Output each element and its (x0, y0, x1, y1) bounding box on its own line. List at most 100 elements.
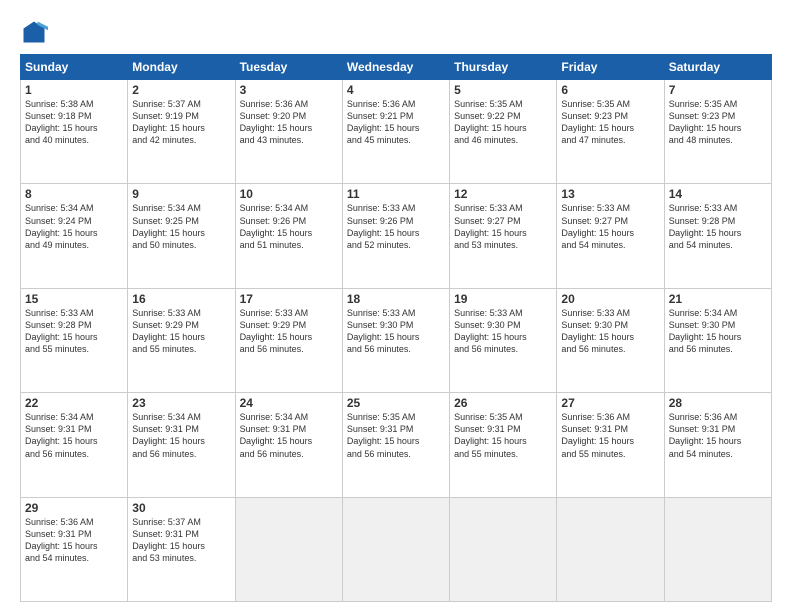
day-info: Sunrise: 5:38 AMSunset: 9:18 PMDaylight:… (25, 98, 123, 147)
calendar-week-row: 1Sunrise: 5:38 AMSunset: 9:18 PMDaylight… (21, 80, 772, 184)
day-number: 1 (25, 83, 123, 97)
day-info: Sunrise: 5:33 AMSunset: 9:27 PMDaylight:… (561, 202, 659, 251)
calendar-day-cell: 8Sunrise: 5:34 AMSunset: 9:24 PMDaylight… (21, 184, 128, 288)
calendar-day-cell: 21Sunrise: 5:34 AMSunset: 9:30 PMDayligh… (664, 288, 771, 392)
day-number: 28 (669, 396, 767, 410)
day-number: 10 (240, 187, 338, 201)
calendar-day-cell: 7Sunrise: 5:35 AMSunset: 9:23 PMDaylight… (664, 80, 771, 184)
calendar-header-row: SundayMondayTuesdayWednesdayThursdayFrid… (21, 55, 772, 80)
calendar-day-cell (235, 497, 342, 601)
day-number: 26 (454, 396, 552, 410)
calendar-day-cell (342, 497, 449, 601)
calendar-day-cell: 18Sunrise: 5:33 AMSunset: 9:30 PMDayligh… (342, 288, 449, 392)
calendar-day-cell: 1Sunrise: 5:38 AMSunset: 9:18 PMDaylight… (21, 80, 128, 184)
calendar-day-cell: 24Sunrise: 5:34 AMSunset: 9:31 PMDayligh… (235, 393, 342, 497)
day-number: 12 (454, 187, 552, 201)
calendar-day-cell: 13Sunrise: 5:33 AMSunset: 9:27 PMDayligh… (557, 184, 664, 288)
calendar-day-cell: 17Sunrise: 5:33 AMSunset: 9:29 PMDayligh… (235, 288, 342, 392)
day-info: Sunrise: 5:37 AMSunset: 9:19 PMDaylight:… (132, 98, 230, 147)
calendar-day-header: Wednesday (342, 55, 449, 80)
page: SundayMondayTuesdayWednesdayThursdayFrid… (0, 0, 792, 612)
calendar-day-cell: 4Sunrise: 5:36 AMSunset: 9:21 PMDaylight… (342, 80, 449, 184)
day-info: Sunrise: 5:34 AMSunset: 9:31 PMDaylight:… (240, 411, 338, 460)
day-info: Sunrise: 5:33 AMSunset: 9:30 PMDaylight:… (561, 307, 659, 356)
day-info: Sunrise: 5:36 AMSunset: 9:20 PMDaylight:… (240, 98, 338, 147)
calendar-day-cell: 23Sunrise: 5:34 AMSunset: 9:31 PMDayligh… (128, 393, 235, 497)
day-number: 7 (669, 83, 767, 97)
day-number: 18 (347, 292, 445, 306)
day-number: 16 (132, 292, 230, 306)
day-number: 3 (240, 83, 338, 97)
day-number: 25 (347, 396, 445, 410)
calendar-day-cell: 9Sunrise: 5:34 AMSunset: 9:25 PMDaylight… (128, 184, 235, 288)
calendar-day-cell: 16Sunrise: 5:33 AMSunset: 9:29 PMDayligh… (128, 288, 235, 392)
calendar-table: SundayMondayTuesdayWednesdayThursdayFrid… (20, 54, 772, 602)
day-number: 19 (454, 292, 552, 306)
day-number: 2 (132, 83, 230, 97)
calendar-day-cell: 11Sunrise: 5:33 AMSunset: 9:26 PMDayligh… (342, 184, 449, 288)
calendar-day-cell: 30Sunrise: 5:37 AMSunset: 9:31 PMDayligh… (128, 497, 235, 601)
header (20, 18, 772, 46)
calendar-day-cell: 14Sunrise: 5:33 AMSunset: 9:28 PMDayligh… (664, 184, 771, 288)
calendar-day-cell: 20Sunrise: 5:33 AMSunset: 9:30 PMDayligh… (557, 288, 664, 392)
day-info: Sunrise: 5:34 AMSunset: 9:26 PMDaylight:… (240, 202, 338, 251)
day-number: 5 (454, 83, 552, 97)
day-info: Sunrise: 5:36 AMSunset: 9:31 PMDaylight:… (669, 411, 767, 460)
day-number: 24 (240, 396, 338, 410)
calendar-day-cell (664, 497, 771, 601)
calendar-day-cell: 25Sunrise: 5:35 AMSunset: 9:31 PMDayligh… (342, 393, 449, 497)
calendar-day-header: Tuesday (235, 55, 342, 80)
calendar-day-cell: 19Sunrise: 5:33 AMSunset: 9:30 PMDayligh… (450, 288, 557, 392)
day-info: Sunrise: 5:34 AMSunset: 9:25 PMDaylight:… (132, 202, 230, 251)
calendar-week-row: 22Sunrise: 5:34 AMSunset: 9:31 PMDayligh… (21, 393, 772, 497)
day-info: Sunrise: 5:35 AMSunset: 9:31 PMDaylight:… (454, 411, 552, 460)
day-number: 30 (132, 501, 230, 515)
day-info: Sunrise: 5:35 AMSunset: 9:31 PMDaylight:… (347, 411, 445, 460)
day-info: Sunrise: 5:33 AMSunset: 9:28 PMDaylight:… (25, 307, 123, 356)
logo (20, 18, 52, 46)
day-info: Sunrise: 5:33 AMSunset: 9:29 PMDaylight:… (240, 307, 338, 356)
calendar-day-cell: 15Sunrise: 5:33 AMSunset: 9:28 PMDayligh… (21, 288, 128, 392)
day-number: 13 (561, 187, 659, 201)
day-info: Sunrise: 5:33 AMSunset: 9:30 PMDaylight:… (454, 307, 552, 356)
calendar-day-cell: 3Sunrise: 5:36 AMSunset: 9:20 PMDaylight… (235, 80, 342, 184)
day-info: Sunrise: 5:35 AMSunset: 9:23 PMDaylight:… (669, 98, 767, 147)
calendar-day-cell: 22Sunrise: 5:34 AMSunset: 9:31 PMDayligh… (21, 393, 128, 497)
day-info: Sunrise: 5:33 AMSunset: 9:29 PMDaylight:… (132, 307, 230, 356)
day-info: Sunrise: 5:33 AMSunset: 9:26 PMDaylight:… (347, 202, 445, 251)
calendar-day-cell: 6Sunrise: 5:35 AMSunset: 9:23 PMDaylight… (557, 80, 664, 184)
calendar-day-header: Sunday (21, 55, 128, 80)
day-number: 20 (561, 292, 659, 306)
day-info: Sunrise: 5:37 AMSunset: 9:31 PMDaylight:… (132, 516, 230, 565)
day-info: Sunrise: 5:35 AMSunset: 9:23 PMDaylight:… (561, 98, 659, 147)
day-number: 8 (25, 187, 123, 201)
day-info: Sunrise: 5:33 AMSunset: 9:30 PMDaylight:… (347, 307, 445, 356)
day-info: Sunrise: 5:36 AMSunset: 9:21 PMDaylight:… (347, 98, 445, 147)
day-info: Sunrise: 5:33 AMSunset: 9:27 PMDaylight:… (454, 202, 552, 251)
day-number: 22 (25, 396, 123, 410)
calendar-day-cell (450, 497, 557, 601)
calendar-week-row: 8Sunrise: 5:34 AMSunset: 9:24 PMDaylight… (21, 184, 772, 288)
day-number: 9 (132, 187, 230, 201)
calendar-day-cell: 5Sunrise: 5:35 AMSunset: 9:22 PMDaylight… (450, 80, 557, 184)
calendar-day-cell: 28Sunrise: 5:36 AMSunset: 9:31 PMDayligh… (664, 393, 771, 497)
day-number: 17 (240, 292, 338, 306)
calendar-day-cell (557, 497, 664, 601)
calendar-day-header: Thursday (450, 55, 557, 80)
calendar-day-header: Friday (557, 55, 664, 80)
day-info: Sunrise: 5:36 AMSunset: 9:31 PMDaylight:… (25, 516, 123, 565)
calendar-week-row: 15Sunrise: 5:33 AMSunset: 9:28 PMDayligh… (21, 288, 772, 392)
calendar-day-cell: 12Sunrise: 5:33 AMSunset: 9:27 PMDayligh… (450, 184, 557, 288)
calendar-day-cell: 10Sunrise: 5:34 AMSunset: 9:26 PMDayligh… (235, 184, 342, 288)
day-number: 15 (25, 292, 123, 306)
calendar-day-cell: 26Sunrise: 5:35 AMSunset: 9:31 PMDayligh… (450, 393, 557, 497)
calendar-week-row: 29Sunrise: 5:36 AMSunset: 9:31 PMDayligh… (21, 497, 772, 601)
logo-icon (20, 18, 48, 46)
day-number: 4 (347, 83, 445, 97)
day-number: 6 (561, 83, 659, 97)
day-info: Sunrise: 5:34 AMSunset: 9:24 PMDaylight:… (25, 202, 123, 251)
calendar-day-cell: 27Sunrise: 5:36 AMSunset: 9:31 PMDayligh… (557, 393, 664, 497)
calendar-day-header: Monday (128, 55, 235, 80)
day-number: 11 (347, 187, 445, 201)
day-info: Sunrise: 5:34 AMSunset: 9:31 PMDaylight:… (25, 411, 123, 460)
